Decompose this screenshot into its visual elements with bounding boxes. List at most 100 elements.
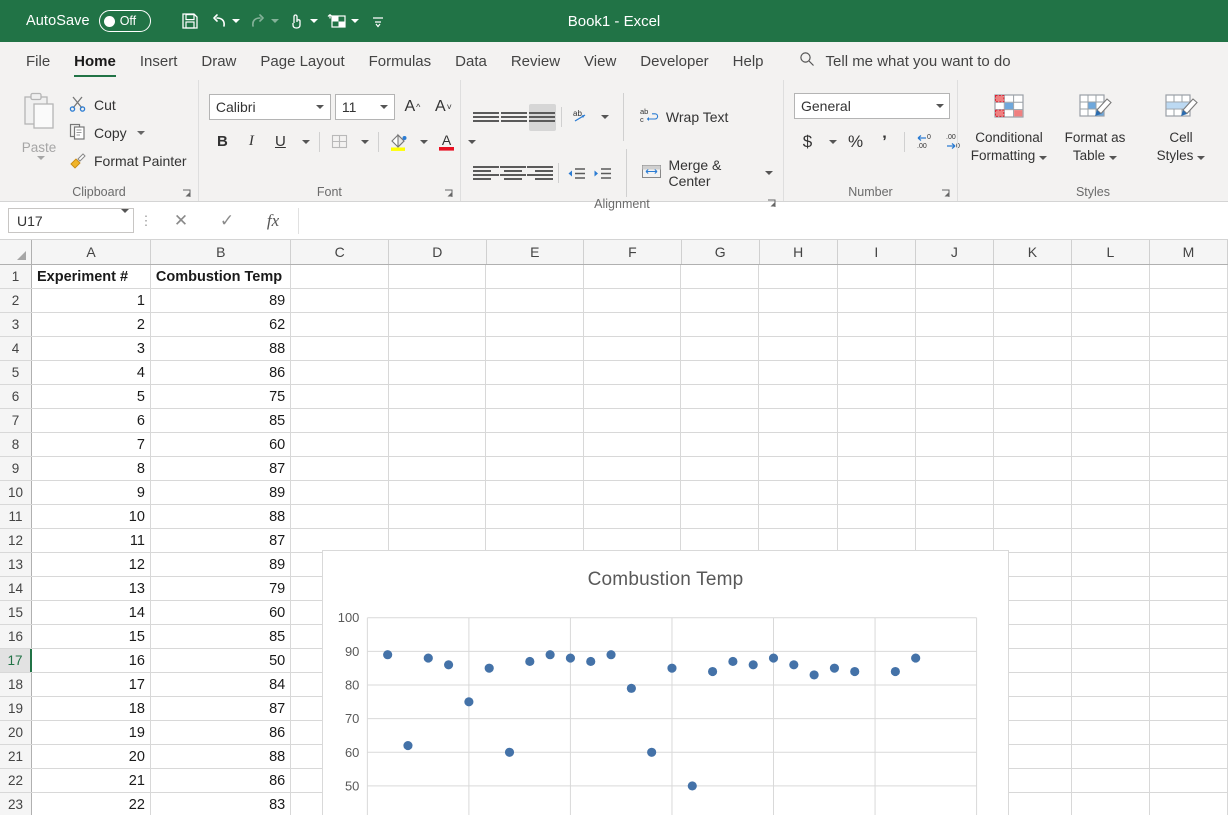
cell-L1[interactable] (1072, 265, 1150, 288)
data-point[interactable] (647, 747, 657, 757)
cell-M9[interactable] (1150, 457, 1228, 480)
tab-view[interactable]: View (572, 42, 628, 80)
cell-G11[interactable] (681, 505, 760, 528)
font-dialog-launcher[interactable] (444, 188, 454, 198)
column-header-d[interactable]: D (389, 240, 487, 264)
data-point[interactable] (586, 656, 596, 667)
redo-dropdown-icon[interactable] (270, 19, 279, 23)
cell-H9[interactable] (759, 457, 838, 480)
row-header-15[interactable]: 15 (0, 601, 32, 624)
data-point[interactable] (383, 650, 393, 660)
column-header-l[interactable]: L (1071, 240, 1150, 264)
data-point[interactable] (545, 650, 555, 660)
cell-G2[interactable] (681, 289, 760, 312)
cell-A19[interactable]: 18 (32, 697, 151, 720)
data-point[interactable] (687, 781, 697, 791)
cell-M12[interactable] (1150, 529, 1228, 552)
cell-L21[interactable] (1072, 745, 1150, 768)
cell-L4[interactable] (1072, 337, 1150, 360)
cell-J1[interactable] (916, 265, 994, 288)
cell-E2[interactable] (486, 289, 584, 312)
tab-insert[interactable]: Insert (128, 42, 190, 80)
column-header-k[interactable]: K (993, 240, 1072, 264)
format-as-table-dropdown-icon[interactable] (1109, 156, 1118, 160)
cell-J8[interactable] (916, 433, 994, 456)
cell-A13[interactable]: 12 (32, 553, 151, 576)
data-point[interactable] (829, 663, 840, 673)
chevron-down-icon[interactable] (376, 104, 390, 109)
cell-L12[interactable] (1072, 529, 1150, 552)
cell-C5[interactable] (291, 361, 389, 384)
select-all-button[interactable] (0, 240, 32, 264)
cell-M7[interactable] (1150, 409, 1228, 432)
cell-I7[interactable] (838, 409, 916, 432)
copy-dropdown-icon[interactable] (136, 130, 145, 135)
cell-F1[interactable] (584, 265, 682, 288)
orientation-button[interactable]: ab (567, 104, 594, 131)
cell-I1[interactable] (838, 265, 916, 288)
copy-button[interactable]: Copy (68, 120, 191, 145)
cell-B6[interactable]: 75 (151, 385, 292, 408)
cell-B8[interactable]: 60 (151, 433, 292, 456)
column-header-h[interactable]: H (759, 240, 838, 264)
row-header-12[interactable]: 12 (0, 529, 32, 552)
chart-object[interactable]: Combustion Temp 010203040506070809010005… (322, 550, 1009, 815)
percent-style-button[interactable]: % (842, 128, 869, 155)
cell-E10[interactable] (486, 481, 584, 504)
cell-B23[interactable]: 83 (151, 793, 292, 815)
cell-B10[interactable]: 89 (151, 481, 292, 504)
cell-G6[interactable] (681, 385, 760, 408)
cell-L18[interactable] (1072, 673, 1150, 696)
cell-D3[interactable] (389, 313, 487, 336)
cell-F5[interactable] (584, 361, 682, 384)
cell-G1[interactable] (681, 265, 760, 288)
cell-H10[interactable] (759, 481, 838, 504)
cell-D1[interactable] (389, 265, 487, 288)
cell-K7[interactable] (994, 409, 1072, 432)
column-header-m[interactable]: M (1149, 240, 1228, 264)
cell-M22[interactable] (1150, 769, 1228, 792)
align-bottom-button[interactable] (528, 103, 556, 131)
column-header-a[interactable]: A (32, 240, 151, 264)
cell-B1[interactable]: Combustion Temp (151, 265, 292, 288)
data-point[interactable] (464, 697, 474, 707)
name-box[interactable]: U17 (8, 208, 134, 233)
tab-page-layout[interactable]: Page Layout (248, 42, 356, 80)
align-left-button[interactable] (472, 160, 499, 187)
column-header-f[interactable]: F (584, 240, 682, 264)
cell-L17[interactable] (1072, 649, 1150, 672)
cell-D7[interactable] (389, 409, 487, 432)
cell-B11[interactable]: 88 (151, 505, 292, 528)
cell-H7[interactable] (759, 409, 838, 432)
column-header-b[interactable]: B (151, 240, 292, 264)
cell-E9[interactable] (486, 457, 584, 480)
cell-M17[interactable] (1150, 649, 1228, 672)
row-header-5[interactable]: 5 (0, 361, 32, 384)
cell-J12[interactable] (916, 529, 994, 552)
cell-M16[interactable] (1150, 625, 1228, 648)
cell-A8[interactable]: 7 (32, 433, 151, 456)
font-size-combo[interactable]: 11 (334, 93, 395, 120)
cell-I5[interactable] (838, 361, 916, 384)
row-header-19[interactable]: 19 (0, 697, 32, 720)
cell-G8[interactable] (681, 433, 760, 456)
row-header-16[interactable]: 16 (0, 625, 32, 648)
cell-D2[interactable] (389, 289, 487, 312)
cell-L13[interactable] (1072, 553, 1150, 576)
cell-M4[interactable] (1150, 337, 1228, 360)
column-header-i[interactable]: I (837, 240, 916, 264)
row-header-1[interactable]: 1 (0, 265, 32, 288)
cell-M8[interactable] (1150, 433, 1228, 456)
cell-A11[interactable]: 10 (32, 505, 151, 528)
cell-D6[interactable] (389, 385, 487, 408)
cell-F4[interactable] (584, 337, 682, 360)
tab-review[interactable]: Review (499, 42, 572, 80)
cell-L6[interactable] (1072, 385, 1150, 408)
cell-I2[interactable] (838, 289, 916, 312)
wrap-text-button[interactable]: ab c Wrap Text (635, 104, 733, 131)
cell-F12[interactable] (584, 529, 682, 552)
cell-D4[interactable] (389, 337, 487, 360)
cell-H4[interactable] (759, 337, 838, 360)
row-header-9[interactable]: 9 (0, 457, 32, 480)
cell-D9[interactable] (389, 457, 487, 480)
